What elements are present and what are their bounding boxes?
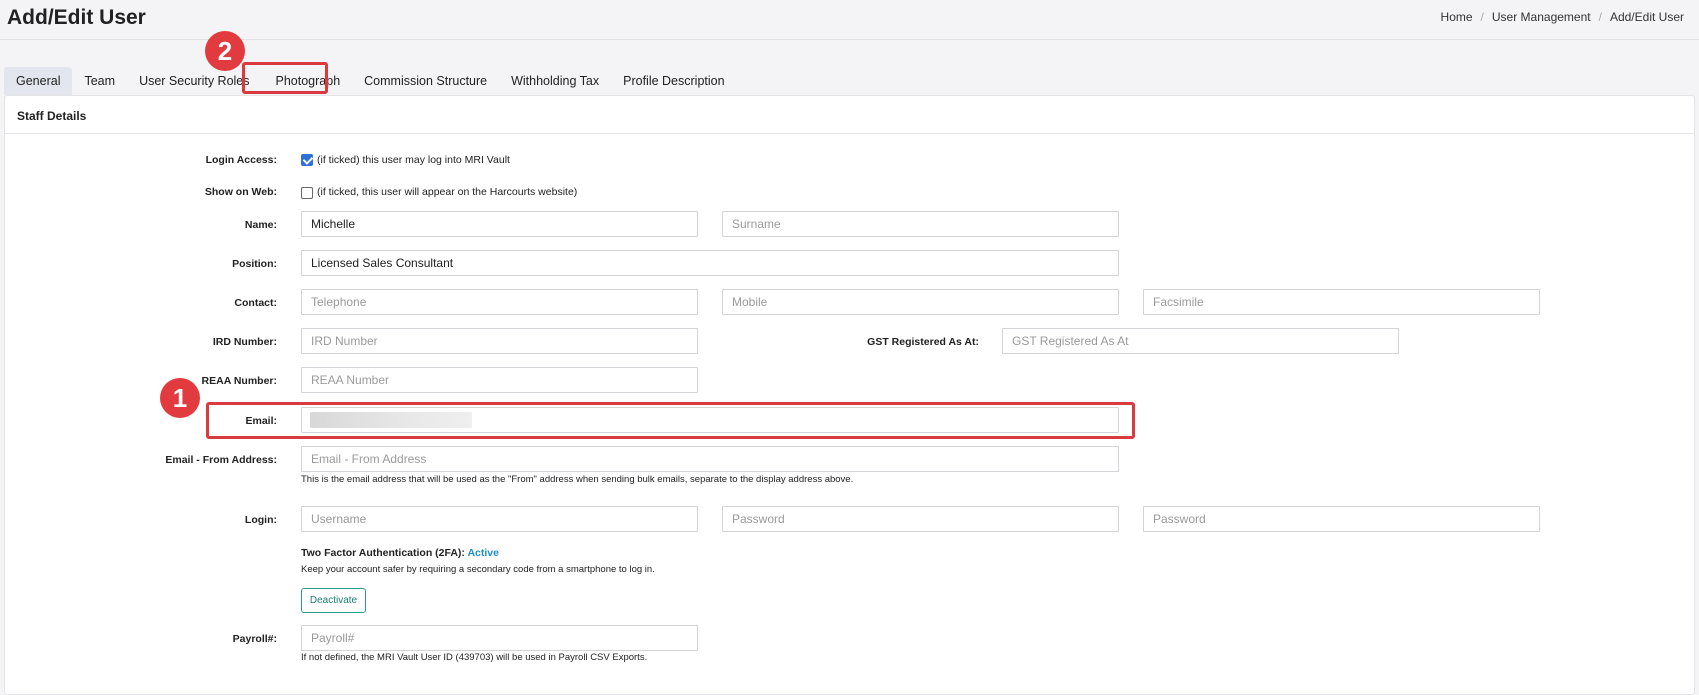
show-on-web-checkbox[interactable] (301, 187, 313, 199)
login-label: Login: (244, 514, 277, 526)
tfa-title: Two Factor Authentication (2FA): Active (301, 547, 499, 559)
ird-number-label: IRD Number: (212, 336, 277, 348)
step-2-badge: 2 (205, 31, 245, 71)
reaa-number-input[interactable]: REAA Number (301, 367, 698, 393)
contact-label: Contact: (234, 297, 277, 309)
position-input[interactable]: Licensed Sales Consultant (301, 250, 1119, 276)
breadcrumb: Home / User Management / Add/Edit User (1441, 10, 1684, 24)
mobile-input[interactable]: Mobile (722, 289, 1119, 315)
tfa-description: Keep your account safer by requiring a s… (301, 564, 655, 575)
show-on-web-label: Show on Web: (204, 186, 277, 198)
login-access-label: Login Access: (205, 154, 277, 166)
ird-number-input[interactable]: IRD Number (301, 328, 698, 354)
first-name-input[interactable]: Michelle (301, 211, 698, 237)
email-from-input[interactable]: Email - From Address (301, 446, 1119, 472)
breadcrumb-separator: / (1480, 10, 1484, 24)
card-title: Staff Details (5, 96, 1694, 134)
tab-profile-description[interactable]: Profile Description (611, 67, 736, 95)
email-field-highlight (206, 402, 1135, 439)
tab-withholding-tax[interactable]: Withholding Tax (499, 67, 611, 95)
email-from-help: This is the email address that will be u… (301, 474, 854, 485)
tab-general[interactable]: General (4, 67, 73, 95)
tab-commission-structure[interactable]: Commission Structure (352, 67, 499, 95)
payroll-input[interactable]: Payroll# (301, 625, 698, 651)
login-access-text: (if ticked) this user may log into MRI V… (317, 154, 510, 166)
tab-team[interactable]: Team (72, 67, 127, 95)
breadcrumb-home[interactable]: Home (1441, 10, 1473, 24)
confirm-password-input[interactable]: Password (1143, 506, 1540, 532)
page-header: Add/Edit User Home / User Management / A… (0, 0, 1699, 40)
tfa-status: Active (467, 547, 499, 559)
photograph-tab-highlight (242, 62, 328, 94)
name-label: Name: (244, 219, 277, 231)
tab-bar: General Team User Security Roles Photogr… (4, 67, 737, 95)
gst-registered-label: GST Registered As At: (867, 336, 979, 348)
password-input[interactable]: Password (722, 506, 1119, 532)
step-1-badge: 1 (160, 378, 200, 418)
breadcrumb-user-management[interactable]: User Management (1492, 10, 1591, 24)
position-label: Position: (232, 258, 277, 270)
gst-registered-input[interactable]: GST Registered As At (1002, 328, 1399, 354)
deactivate-2fa-button[interactable]: Deactivate (301, 588, 366, 613)
telephone-input[interactable]: Telephone (301, 289, 698, 315)
payroll-help: If not defined, the MRI Vault User ID (4… (301, 652, 648, 663)
staff-details-card: Staff Details (4, 95, 1695, 695)
facsimile-input[interactable]: Facsimile (1143, 289, 1540, 315)
login-access-checkbox[interactable] (301, 154, 313, 166)
username-input[interactable]: Username (301, 506, 698, 532)
breadcrumb-separator: / (1598, 10, 1602, 24)
payroll-label: Payroll#: (232, 633, 277, 645)
page-title: Add/Edit User (7, 6, 146, 29)
breadcrumb-current: Add/Edit User (1609, 10, 1684, 24)
tfa-title-text: Two Factor Authentication (2FA): (301, 547, 468, 559)
show-on-web-text: (if ticked, this user will appear on the… (317, 186, 578, 198)
surname-input[interactable]: Surname (722, 211, 1119, 237)
email-from-label: Email - From Address: (165, 454, 277, 466)
